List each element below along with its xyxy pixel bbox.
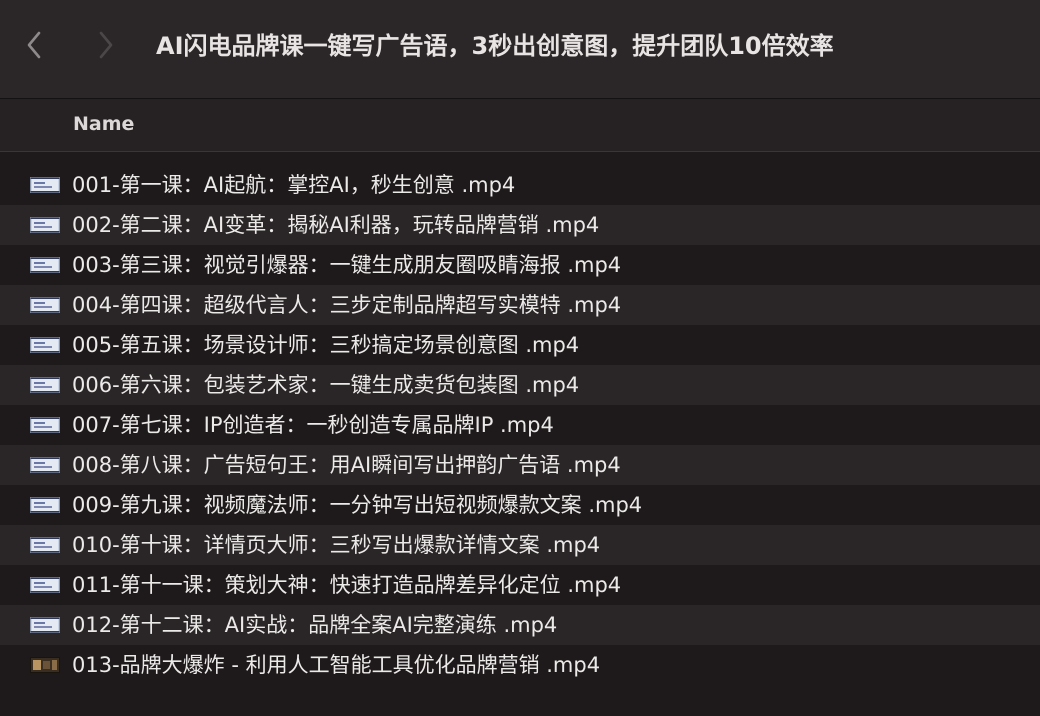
file-name: 001-第一课：AI起航：掌控AI，秒生创意 .mp4 <box>72 173 516 197</box>
video-thumbnail-icon <box>30 257 60 273</box>
file-row[interactable]: 004-第四课：超级代言人：三步定制品牌超写实模特 .mp4 <box>0 285 1040 325</box>
file-name: 005-第五课：场景设计师：三秒搞定场景创意图 .mp4 <box>72 333 580 357</box>
file-name: 004-第四课：超级代言人：三步定制品牌超写实模特 .mp4 <box>72 293 622 317</box>
window-title: AI闪电品牌课一键写广告语，3秒出创意图，提升团队10倍效率 <box>156 32 834 60</box>
video-thumbnail-icon <box>30 337 60 353</box>
file-name: 013-品牌大爆炸 - 利用人工智能工具优化品牌营销 .mp4 <box>72 653 601 677</box>
chevron-right-icon <box>99 31 113 59</box>
video-thumbnail-dark-icon <box>30 657 60 673</box>
back-button[interactable] <box>22 30 46 60</box>
file-row[interactable]: 011-第十一课：策划大神：快速打造品牌差异化定位 .mp4 <box>0 565 1040 605</box>
column-header-row: Name <box>0 99 1040 152</box>
file-name: 002-第二课：AI变革：揭秘AI利器，玩转品牌营销 .mp4 <box>72 213 600 237</box>
toolbar: AI闪电品牌课一键写广告语，3秒出创意图，提升团队10倍效率 <box>0 0 1040 99</box>
file-list: 001-第一课：AI起航：掌控AI，秒生创意 .mp4 002-第二课：AI变革… <box>0 165 1040 685</box>
file-name: 006-第六课：包装艺术家：一键生成卖货包装图 .mp4 <box>72 373 580 397</box>
file-name: 008-第八课：广告短句王：用AI瞬间写出押韵广告语 .mp4 <box>72 453 621 477</box>
video-thumbnail-icon <box>30 417 60 433</box>
video-thumbnail-icon <box>30 537 60 553</box>
file-row[interactable]: 010-第十课：详情页大师：三秒写出爆款详情文案 .mp4 <box>0 525 1040 565</box>
video-thumbnail-icon <box>30 617 60 633</box>
video-thumbnail-icon <box>30 297 60 313</box>
video-thumbnail-icon <box>30 457 60 473</box>
file-row[interactable]: 009-第九课：视频魔法师：一分钟写出短视频爆款文案 .mp4 <box>0 485 1040 525</box>
video-thumbnail-icon <box>30 377 60 393</box>
video-thumbnail-icon <box>30 217 60 233</box>
forward-button[interactable] <box>94 30 118 60</box>
video-thumbnail-icon <box>30 177 60 193</box>
chevron-left-icon <box>27 31 41 59</box>
file-row[interactable]: 006-第六课：包装艺术家：一键生成卖货包装图 .mp4 <box>0 365 1040 405</box>
file-row[interactable]: 013-品牌大爆炸 - 利用人工智能工具优化品牌营销 .mp4 <box>0 645 1040 685</box>
file-row[interactable]: 003-第三课：视觉引爆器：一键生成朋友圈吸睛海报 .mp4 <box>0 245 1040 285</box>
video-thumbnail-icon <box>30 577 60 593</box>
file-name: 012-第十二课：AI实战：品牌全案AI完整演练 .mp4 <box>72 613 558 637</box>
column-header-name[interactable]: Name <box>73 113 134 135</box>
file-row[interactable]: 012-第十二课：AI实战：品牌全案AI完整演练 .mp4 <box>0 605 1040 645</box>
file-row[interactable]: 005-第五课：场景设计师：三秒搞定场景创意图 .mp4 <box>0 325 1040 365</box>
file-row[interactable]: 008-第八课：广告短句王：用AI瞬间写出押韵广告语 .mp4 <box>0 445 1040 485</box>
file-row[interactable]: 001-第一课：AI起航：掌控AI，秒生创意 .mp4 <box>0 165 1040 205</box>
file-name: 011-第十一课：策划大神：快速打造品牌差异化定位 .mp4 <box>72 573 622 597</box>
file-row[interactable]: 007-第七课：IP创造者：一秒创造专属品牌IP .mp4 <box>0 405 1040 445</box>
finder-window: AI闪电品牌课一键写广告语，3秒出创意图，提升团队10倍效率 Name 001-… <box>0 0 1040 716</box>
file-name: 003-第三课：视觉引爆器：一键生成朋友圈吸睛海报 .mp4 <box>72 253 622 277</box>
video-thumbnail-icon <box>30 497 60 513</box>
file-name: 009-第九课：视频魔法师：一分钟写出短视频爆款文案 .mp4 <box>72 493 643 517</box>
file-name: 010-第十课：详情页大师：三秒写出爆款详情文案 .mp4 <box>72 533 601 557</box>
file-row[interactable]: 002-第二课：AI变革：揭秘AI利器，玩转品牌营销 .mp4 <box>0 205 1040 245</box>
file-name: 007-第七课：IP创造者：一秒创造专属品牌IP .mp4 <box>72 413 554 437</box>
